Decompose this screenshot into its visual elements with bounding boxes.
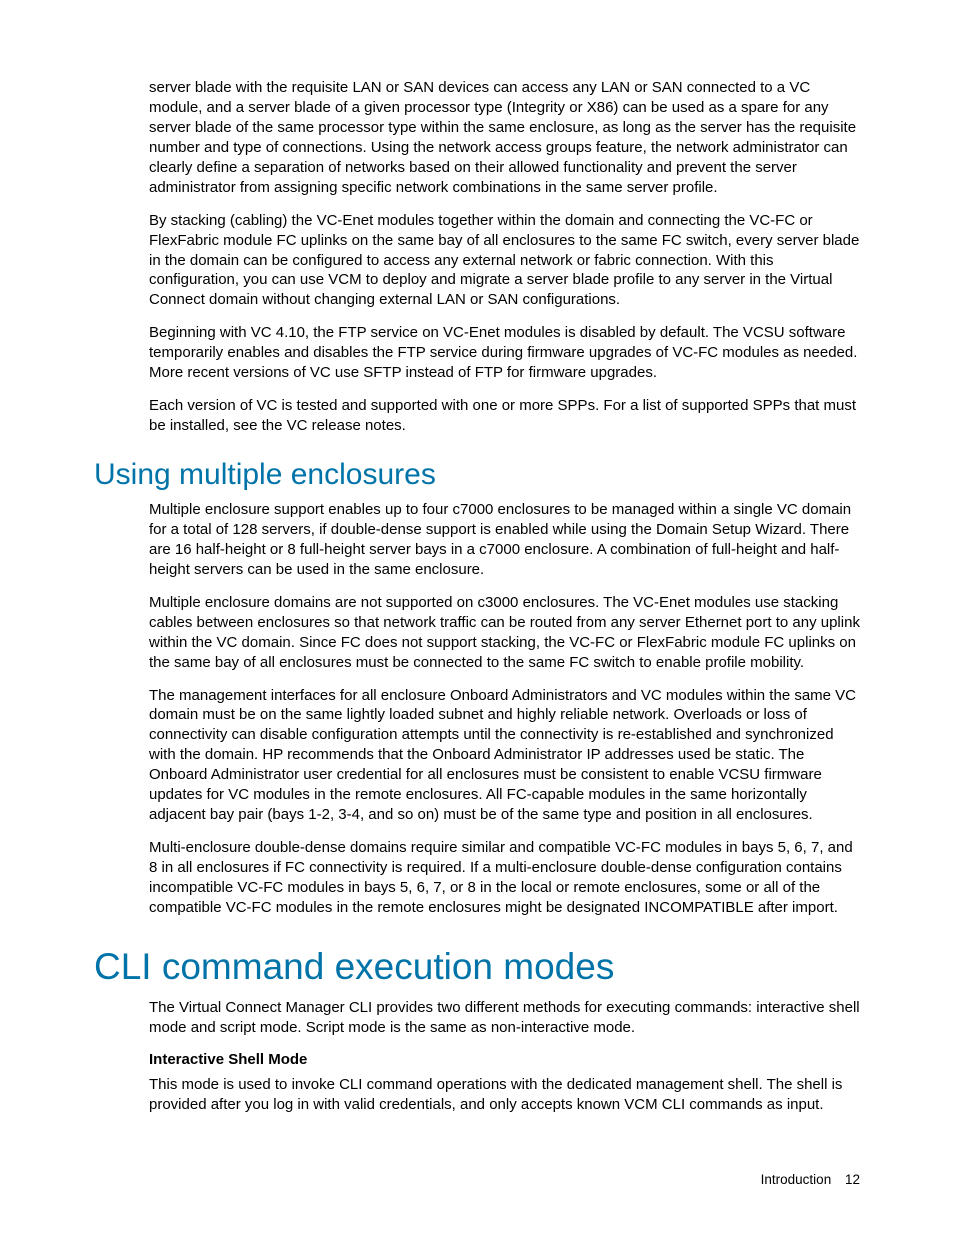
paragraph: Beginning with VC 4.10, the FTP service … [149, 323, 860, 383]
paragraph: The Virtual Connect Manager CLI provides… [149, 998, 860, 1038]
page-footer: Introduction 12 [761, 1172, 860, 1187]
paragraph: Multiple enclosure support enables up to… [149, 500, 860, 580]
footer-section-label: Introduction [761, 1172, 832, 1187]
paragraph: By stacking (cabling) the VC-Enet module… [149, 211, 860, 311]
paragraph: Multiple enclosure domains are not suppo… [149, 593, 860, 673]
heading-using-multiple-enclosures: Using multiple enclosures [94, 458, 860, 492]
paragraph: server blade with the requisite LAN or S… [149, 78, 860, 198]
section-body: The Virtual Connect Manager CLI provides… [149, 998, 860, 1115]
intro-continuation: server blade with the requisite LAN or S… [149, 78, 860, 436]
subheading-interactive-shell-mode: Interactive Shell Mode [149, 1051, 860, 1068]
heading-cli-command-execution-modes: CLI command execution modes [94, 946, 860, 988]
section-body: Multiple enclosure support enables up to… [149, 500, 860, 918]
paragraph: Each version of VC is tested and support… [149, 396, 860, 436]
paragraph: Multi-enclosure double-dense domains req… [149, 838, 860, 918]
paragraph: This mode is used to invoke CLI command … [149, 1075, 860, 1115]
footer-page-number: 12 [845, 1172, 860, 1187]
document-page: server blade with the requisite LAN or S… [0, 0, 954, 1235]
paragraph: The management interfaces for all enclos… [149, 686, 860, 826]
